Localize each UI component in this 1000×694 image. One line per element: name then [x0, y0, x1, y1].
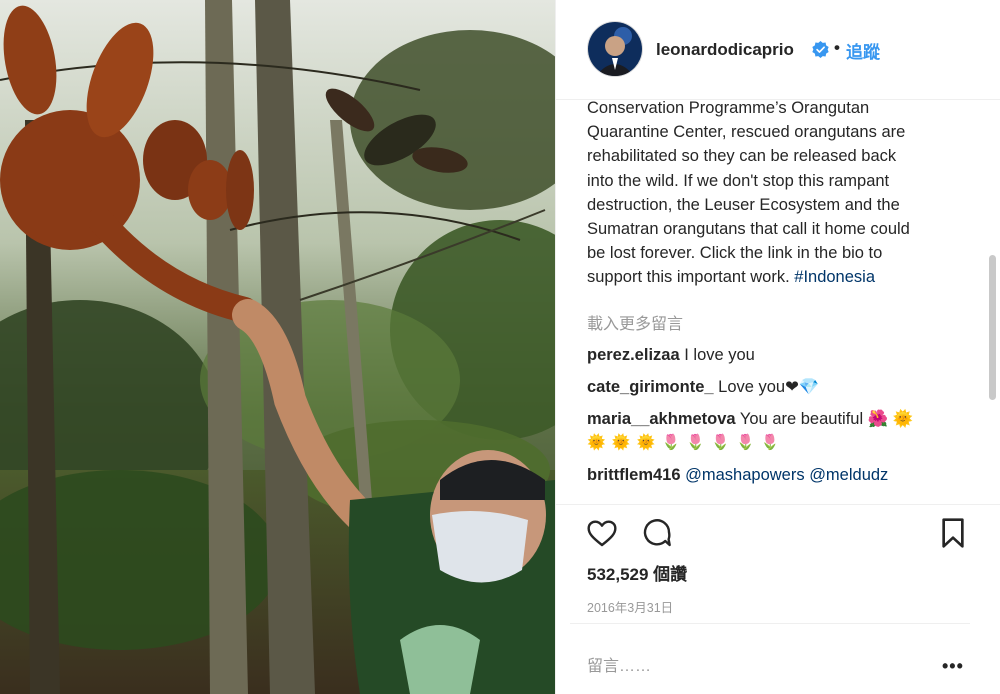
comment-username[interactable]: cate_girimonte_: [587, 378, 714, 396]
post-photo[interactable]: [0, 0, 555, 694]
comments-scrollbar[interactable]: [989, 255, 996, 400]
caption-line: into the wild. If we don't stop this ram…: [587, 171, 890, 190]
comment-username[interactable]: maria__akhmetova: [587, 410, 736, 428]
caption-line: rehabilitated so they can be released ba…: [587, 147, 897, 166]
comment-username[interactable]: brittflem416: [587, 466, 681, 484]
header-separator: •: [834, 38, 840, 57]
username-link[interactable]: leonardodicaprio: [656, 40, 794, 60]
post-details-panel: leonardodicaprio • 追蹤 Conservation Progr…: [555, 0, 1000, 694]
comments-section[interactable]: Conservation Programme’s Orangutan Quara…: [556, 100, 1000, 504]
add-comment-input[interactable]: 留言……: [587, 652, 651, 676]
post-date[interactable]: 2016年3月31日: [587, 597, 673, 616]
verified-badge-icon: [812, 41, 829, 58]
caption-line: Quarantine Center, rescued orangutans ar…: [587, 123, 906, 142]
comment-text: You are beautiful 🌺 🌞: [739, 410, 914, 428]
comment-bubble-icon[interactable]: [641, 517, 673, 549]
jungle-photo-illustration: [0, 0, 555, 694]
follow-button[interactable]: 追蹤: [846, 38, 880, 63]
comment-text: I love you: [684, 346, 755, 364]
add-comment-bar[interactable]: 留言…… •••: [570, 623, 970, 694]
views-count[interactable]: 532,529 個讚: [587, 560, 687, 585]
mention-link[interactable]: @meldudz: [809, 466, 888, 484]
post-actions-section: 532,529 個讚 2016年3月31日 留言…… •••: [556, 504, 1000, 692]
comment-item: brittflem416 @mashapowers @meldudz: [587, 464, 967, 487]
bookmark-icon[interactable]: [939, 517, 967, 549]
avatar-image: [588, 22, 642, 76]
caption-line: Conservation Programme’s Orangutan: [587, 100, 870, 117]
comment-item: cate_girimonte_ Love you❤💎: [587, 376, 967, 399]
heart-icon[interactable]: [586, 517, 618, 549]
post-caption: Conservation Programme’s Orangutan Quara…: [587, 100, 957, 290]
caption-line: destruction, the Leuser Ecosystem and th…: [587, 195, 900, 214]
caption-line-last: support this important work. #Indonesia: [587, 265, 957, 289]
avatar[interactable]: [588, 22, 642, 76]
comment-item: perez.elizaa I love you: [587, 344, 967, 367]
more-options-icon[interactable]: •••: [942, 656, 964, 677]
mention-link[interactable]: @mashapowers: [685, 466, 804, 484]
hashtag-link[interactable]: #Indonesia: [794, 268, 875, 286]
comment-username[interactable]: perez.elizaa: [587, 346, 680, 364]
caption-line: support this important work.: [587, 268, 790, 287]
post-header: leonardodicaprio • 追蹤: [556, 0, 1000, 100]
caption-line: be lost forever. Click the link in the b…: [587, 244, 883, 263]
caption-line: Sumatran orangutans that call it home co…: [587, 220, 910, 239]
comment-item: maria__akhmetova You are beautiful 🌺 🌞 🌞…: [587, 408, 967, 454]
load-more-comments-button[interactable]: 載入更多留言: [587, 310, 683, 334]
comment-text-continued: 🌞 🌞 🌞 🌷 🌷 🌷 🌷 🌷: [587, 434, 781, 451]
comment-text: Love you❤💎: [718, 378, 820, 396]
